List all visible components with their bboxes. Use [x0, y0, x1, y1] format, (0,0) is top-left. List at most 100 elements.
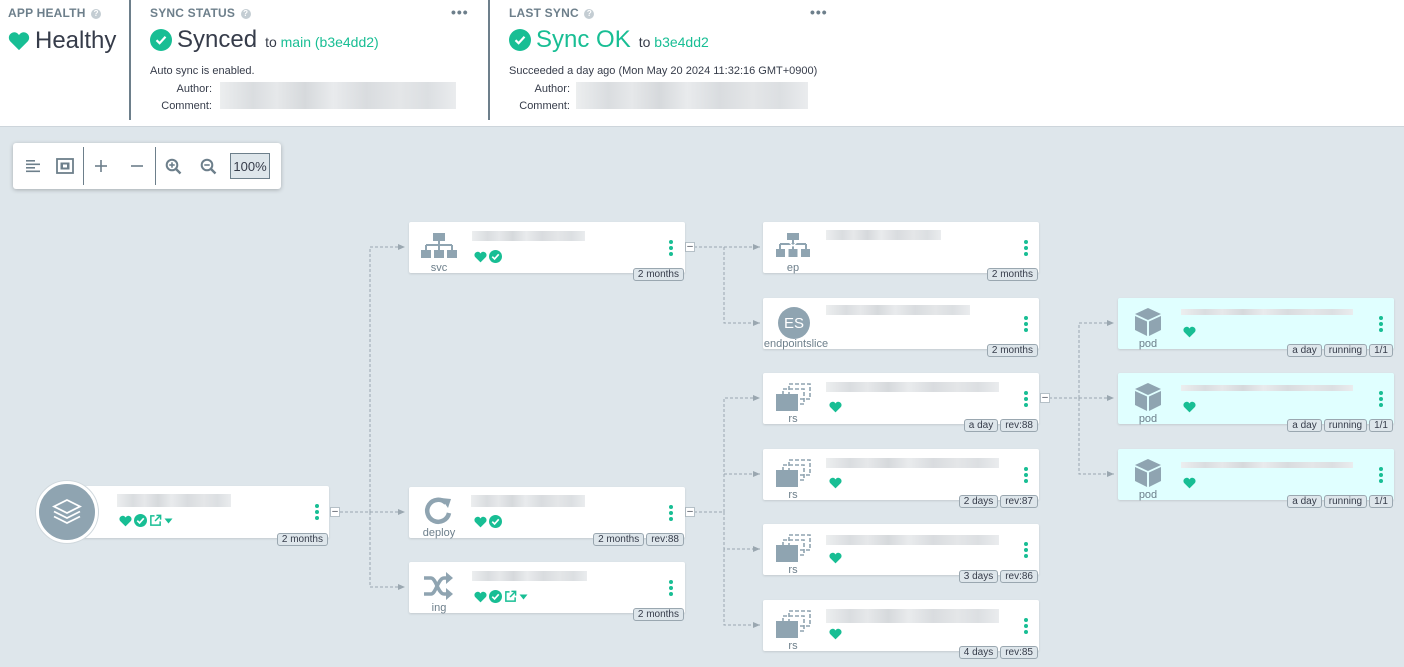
node-status-icons [829, 401, 842, 413]
tag: 1/1 [1369, 419, 1393, 432]
node-menu-icon[interactable] [1378, 391, 1384, 409]
node-kind-label: rs [788, 564, 798, 576]
tag: a day [1287, 344, 1322, 357]
tag: rev:88 [1000, 419, 1038, 432]
heart-icon [829, 628, 842, 640]
check-circle-icon [489, 590, 502, 603]
tag: 2 months [632, 608, 684, 621]
node-status-icons [829, 552, 842, 564]
node-kind-label: rs [788, 489, 798, 501]
application-node[interactable]: 2 months [72, 486, 329, 546]
node-status-icons [119, 514, 173, 527]
tag: running [1323, 344, 1368, 357]
node-menu-icon[interactable] [1023, 240, 1029, 258]
tag: rev:85 [1000, 646, 1038, 659]
pod-cube-icon [1133, 307, 1163, 342]
node-kind-label: svc [430, 262, 448, 274]
heart-icon [474, 591, 487, 602]
rs-node[interactable]: rs a day rev:88 [763, 373, 1039, 432]
caret-down-icon[interactable] [519, 594, 528, 600]
node-menu-icon[interactable] [1023, 391, 1029, 409]
tag: 2 days [958, 495, 999, 508]
collapse-toggle[interactable]: – [330, 507, 340, 517]
tag: a day [1287, 495, 1322, 508]
tag: 1/1 [1369, 495, 1393, 508]
node-tags: 2 months [632, 268, 684, 281]
rs-node[interactable]: rs 2 days rev:87 [763, 449, 1039, 508]
pod-cube-icon [1133, 458, 1163, 493]
node-menu-icon[interactable] [314, 504, 320, 522]
tag: 2 months [276, 533, 328, 546]
external-link-icon[interactable] [504, 590, 517, 603]
deploy-node[interactable]: deploy 2 months rev:88 [409, 487, 685, 546]
node-tags: 2 months [986, 344, 1038, 357]
heart-icon [829, 477, 842, 489]
node-status-icons [474, 515, 502, 528]
collapse-toggle[interactable]: – [1040, 393, 1050, 403]
node-kind-label: pod [1138, 338, 1158, 350]
pod-cube-icon [1133, 382, 1163, 417]
endpointslice-node[interactable]: ES endpointslice 2 months [763, 298, 1039, 357]
node-menu-icon[interactable] [1378, 316, 1384, 334]
node-tags: 3 days rev:86 [958, 570, 1038, 583]
heart-icon [1183, 326, 1196, 338]
node-menu-icon[interactable] [1023, 618, 1029, 636]
node-tags: 2 months [632, 608, 684, 621]
node-status-icons [1183, 477, 1196, 489]
rs-node[interactable]: rs 3 days rev:86 [763, 524, 1039, 583]
endpointslice-icon: ES [778, 307, 810, 339]
node-status-icons [474, 590, 528, 603]
heart-icon [829, 552, 842, 564]
pod-node[interactable]: pod a day running 1/1 [1118, 449, 1394, 508]
node-tags: 4 days rev:85 [958, 646, 1038, 659]
tag: rev:88 [646, 533, 684, 546]
node-menu-icon[interactable] [1378, 467, 1384, 485]
node-tags: 2 months rev:88 [593, 533, 684, 546]
redacted-node-name [826, 609, 999, 623]
node-status-icons [829, 628, 842, 640]
pod-node[interactable]: pod a day running 1/1 [1118, 298, 1394, 357]
node-kind-label: rs [788, 413, 798, 425]
node-menu-icon[interactable] [668, 580, 674, 598]
node-kind-label: endpointslice [763, 338, 829, 350]
redacted-node-name [1181, 309, 1353, 315]
check-circle-icon [489, 515, 502, 528]
node-menu-icon[interactable] [668, 240, 674, 258]
caret-down-icon[interactable] [164, 518, 173, 524]
service-icon [421, 232, 457, 265]
node-menu-icon[interactable] [1023, 467, 1029, 485]
redacted-node-name [826, 535, 999, 545]
node-kind-label: rs [788, 640, 798, 652]
collapse-toggle[interactable]: – [685, 507, 695, 517]
node-status-icons [1183, 326, 1196, 338]
redacted-node-name [826, 382, 999, 392]
tag: 2 months [632, 268, 684, 281]
node-menu-icon[interactable] [668, 505, 674, 523]
svc-node[interactable]: svc 2 months [409, 222, 685, 281]
ep-node[interactable]: ep 2 months [763, 222, 1039, 281]
heart-icon [474, 516, 487, 527]
rs-node[interactable]: rs 4 days rev:85 [763, 600, 1039, 659]
node-kind-label: pod [1138, 489, 1158, 501]
node-tags: a day rev:88 [963, 419, 1038, 432]
external-link-icon[interactable] [149, 514, 162, 527]
heart-icon [829, 401, 842, 413]
check-circle-icon [134, 514, 147, 527]
redacted-node-name [826, 305, 970, 315]
node-menu-icon[interactable] [1023, 542, 1029, 560]
heart-icon [1183, 477, 1196, 489]
node-tags: a day running 1/1 [1287, 495, 1393, 508]
pod-node[interactable]: pod a day running 1/1 [1118, 373, 1394, 432]
tag: rev:86 [1000, 570, 1038, 583]
ing-node[interactable]: ing 2 months [409, 562, 685, 621]
redacted-node-name [1181, 385, 1353, 391]
collapse-toggle[interactable]: – [685, 242, 695, 252]
node-status-icons [829, 477, 842, 489]
node-tags: a day running 1/1 [1287, 344, 1393, 357]
node-menu-icon[interactable] [1023, 316, 1029, 334]
endpoints-icon [776, 232, 810, 265]
redacted-node-name [472, 231, 585, 241]
tag: 2 months [986, 344, 1038, 357]
endpointslice-icon-text: ES [778, 307, 810, 339]
node-kind-label: deploy [422, 527, 456, 539]
